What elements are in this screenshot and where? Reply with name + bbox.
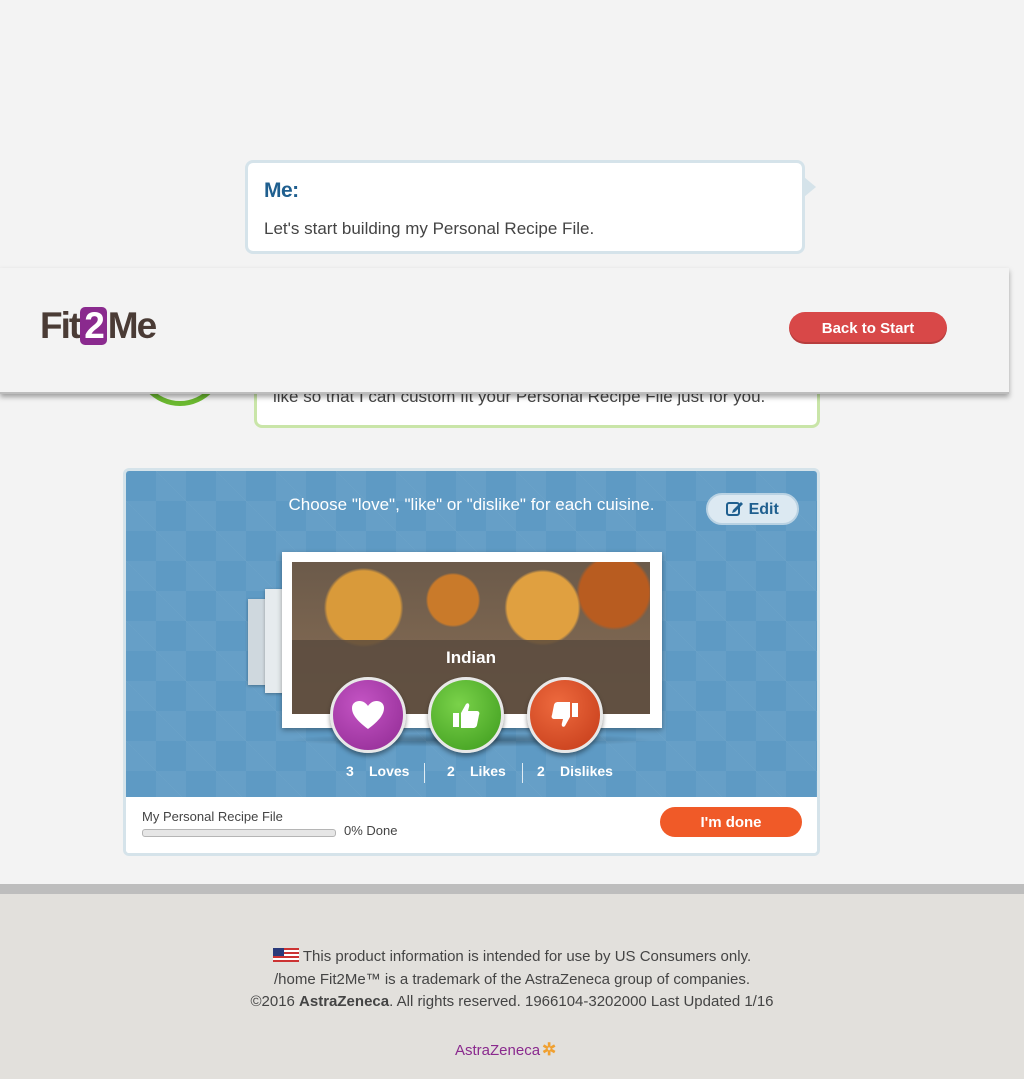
progress-track bbox=[142, 829, 336, 837]
edit-button[interactable]: Edit bbox=[706, 493, 799, 525]
dislikes-count: 2 bbox=[537, 763, 545, 779]
recipe-file-progress-bar: My Personal Recipe File 0% Done I'm done bbox=[126, 797, 817, 853]
astrazeneca-wordmark: AstraZeneca bbox=[455, 1042, 541, 1059]
recipe-file-label: My Personal Recipe File bbox=[142, 809, 283, 824]
likes-label: Likes bbox=[470, 763, 506, 779]
rating-counts: 3 Loves 2 Likes 2 Dislikes bbox=[331, 763, 631, 783]
astrazeneca-symbol-icon: ✲ bbox=[542, 1040, 557, 1059]
loves-count: 3 bbox=[346, 763, 354, 779]
footer-line-1: This product information is intended for… bbox=[0, 948, 1024, 965]
heart-icon bbox=[352, 701, 384, 729]
us-flag-icon bbox=[272, 948, 299, 962]
logo-text-fit: Fit bbox=[40, 305, 81, 346]
site-header: Fit 2 Me Back to Start bbox=[0, 268, 1009, 394]
progress-text: 0% Done bbox=[344, 823, 398, 838]
counts-divider bbox=[424, 763, 425, 783]
im-done-button[interactable]: I'm done bbox=[660, 807, 802, 837]
back-to-start-button[interactable]: Back to Start bbox=[789, 312, 947, 344]
copyright-suffix: . All rights reserved. 1966104-3202000 L… bbox=[389, 993, 774, 1010]
dislike-button[interactable] bbox=[527, 677, 603, 753]
counts-divider bbox=[522, 763, 523, 783]
footer-disclaimer: This product information is intended for… bbox=[302, 948, 752, 965]
cuisine-name: Indian bbox=[445, 648, 497, 667]
footer-line-3: ©2016 AstraZeneca. All rights reserved. … bbox=[0, 993, 1024, 1010]
logo-text-two: 2 bbox=[80, 307, 107, 345]
copyright-prefix: ©2016 bbox=[250, 993, 300, 1010]
loves-label: Loves bbox=[369, 763, 410, 779]
thumbs-up-icon bbox=[453, 703, 480, 728]
page-footer: This product information is intended for… bbox=[0, 884, 1024, 1079]
me-message: Let's start building my Personal Recipe … bbox=[264, 219, 595, 238]
footer-line-2: /home Fit2Me™ is a trademark of the Astr… bbox=[273, 971, 751, 988]
me-label: Me: bbox=[264, 179, 299, 202]
likes-count: 2 bbox=[447, 763, 455, 779]
me-chat-bubble: Me: Let's start building my Personal Rec… bbox=[245, 160, 816, 254]
rating-stage: Choose "love", "like" or "dislike" for e… bbox=[126, 471, 817, 797]
cuisine-rating-panel: Choose "love", "like" or "dislike" for e… bbox=[123, 468, 820, 856]
thumbs-down-icon bbox=[551, 702, 578, 727]
edit-icon bbox=[726, 501, 744, 516]
like-button[interactable] bbox=[428, 677, 504, 753]
fit2me-logo[interactable]: Fit 2 Me bbox=[40, 305, 157, 347]
logo-text-me: Me bbox=[107, 305, 157, 346]
copyright-company: AstraZeneca bbox=[299, 993, 390, 1010]
astrazeneca-logo[interactable]: AstraZeneca ✲ bbox=[455, 1040, 556, 1060]
edit-button-label: Edit bbox=[748, 500, 779, 518]
love-button[interactable] bbox=[330, 677, 406, 753]
dislikes-label: Dislikes bbox=[560, 763, 613, 779]
